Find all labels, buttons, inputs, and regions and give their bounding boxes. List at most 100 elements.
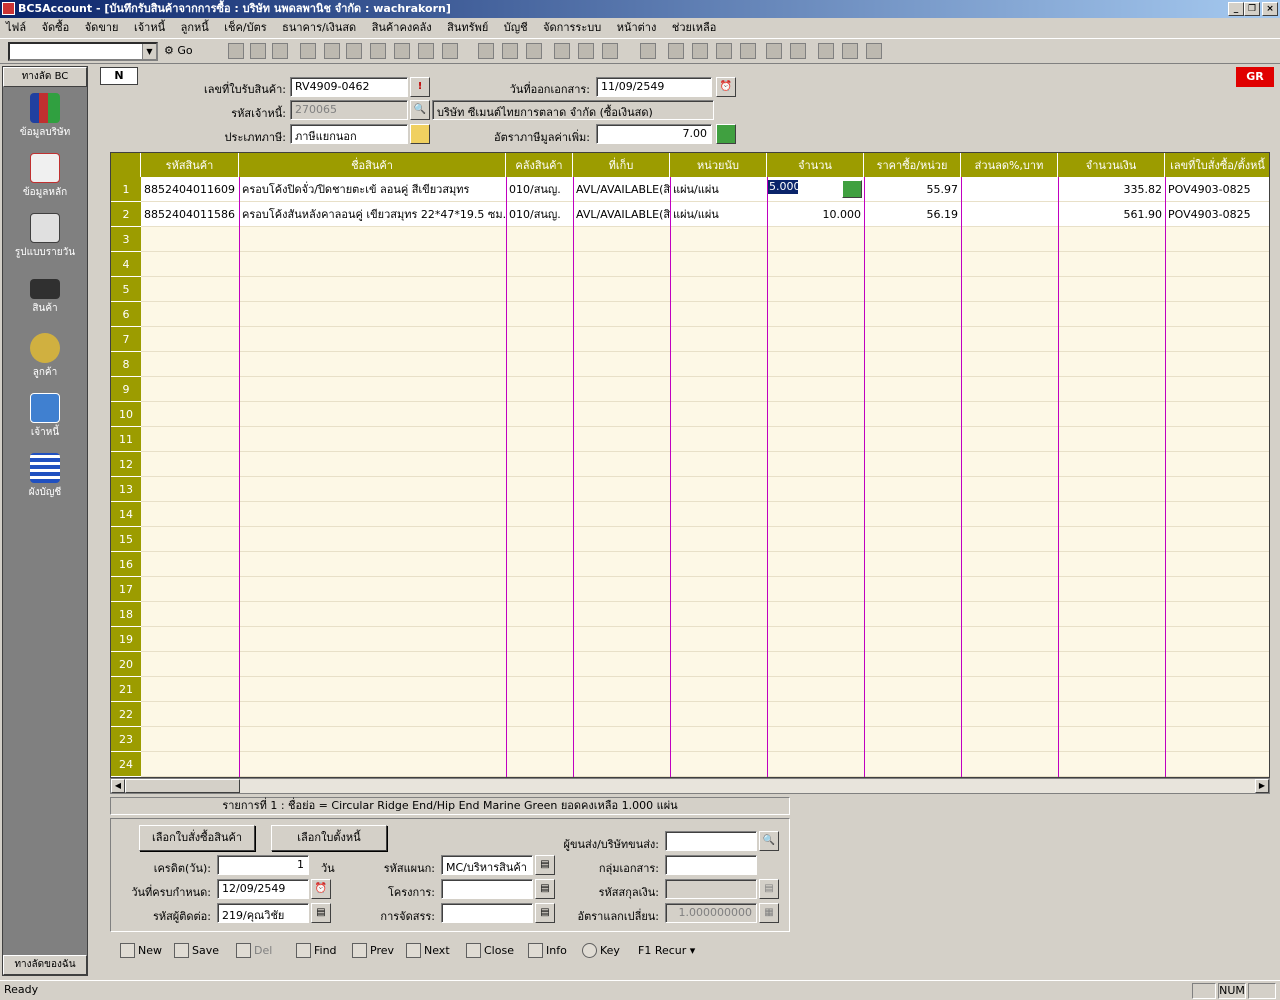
table-row[interactable]: 18	[111, 602, 1269, 627]
allocation-field[interactable]	[441, 903, 533, 923]
print-icon[interactable]	[442, 43, 458, 59]
prev-icon[interactable]	[324, 43, 340, 59]
exchange-rate-field[interactable]: 1.000000000	[665, 903, 757, 923]
find-button[interactable]: Find	[296, 938, 337, 964]
document-icon[interactable]: ▤	[759, 879, 779, 899]
new-doc-icon[interactable]	[228, 43, 244, 59]
next-icon[interactable]	[346, 43, 362, 59]
cell-unit[interactable]: แผ่น/แผ่น	[670, 202, 767, 227]
table-row[interactable]: 13	[111, 477, 1269, 502]
col-header-po[interactable]: เลขที่ใบสั่งซื้อ/ตั้งหนี้	[1165, 153, 1269, 177]
menu-purchase[interactable]: จัดซื้อ	[42, 21, 70, 34]
menu-window[interactable]: หน้าต่าง	[617, 21, 657, 34]
sidebar-item-master-data[interactable]: ข้อมูลหลัก	[3, 153, 87, 200]
sidebar-item-company[interactable]: ข้อมูลบริษัท	[3, 93, 87, 140]
credit-days-field[interactable]: 1	[217, 855, 309, 875]
col-header-name[interactable]: ชื่อสินค้า	[239, 153, 506, 177]
grid-icon[interactable]	[578, 43, 594, 59]
alert-icon[interactable]: !	[410, 77, 430, 97]
select-ap-button[interactable]: เลือกใบตั้งหนี้	[271, 825, 387, 851]
lock-icon[interactable]	[602, 43, 618, 59]
table-row[interactable]: 17	[111, 577, 1269, 602]
shipper-field[interactable]	[665, 831, 757, 851]
cell-location[interactable]: AVL/AVAILABLE(สิน	[573, 177, 670, 202]
col-header-discount[interactable]: ส่วนลด%,บาท	[961, 153, 1058, 177]
table-row[interactable]: 21	[111, 677, 1269, 702]
note-icon[interactable]	[410, 124, 430, 144]
cell-warehouse[interactable]: 010/สนญ.	[506, 202, 573, 227]
report-icon[interactable]	[740, 43, 756, 59]
cell-name[interactable]: ครอบโค้งปิดจั่ว/ปิดชายตะเข้ ลอนคู่ สีเขี…	[239, 177, 506, 202]
creditor-code-field[interactable]: 270065	[290, 100, 408, 120]
sidebar-item-daily-format[interactable]: รูปแบบรายวัน	[3, 213, 87, 260]
save-button[interactable]: Save	[174, 938, 219, 964]
recur-button[interactable]: F1 Recur ▾	[638, 938, 695, 964]
cell-qty[interactable]: 10.000	[767, 202, 864, 227]
cell-po[interactable]: POV4903-0825	[1165, 177, 1269, 202]
select-po-button[interactable]: เลือกใบสั่งซื้อสินค้า	[139, 825, 255, 851]
table-row[interactable]: 1 8852404011609 ครอบโค้งปิดจั่ว/ปิดชายตะ…	[111, 177, 1269, 202]
menu-help[interactable]: ช่วยเหลือ	[672, 21, 716, 34]
import-icon[interactable]	[394, 43, 410, 59]
chip-icon[interactable]	[640, 43, 656, 59]
col-header-qty[interactable]: จำนวน	[767, 153, 864, 177]
doc-date-field[interactable]: 11/09/2549	[596, 77, 712, 97]
hand-icon[interactable]	[668, 43, 684, 59]
sidebar-header[interactable]: ทางลัด BC	[3, 67, 87, 87]
scroll-thumb[interactable]	[125, 779, 240, 793]
calendar-icon[interactable]: ⏰	[716, 77, 736, 97]
calculator-icon[interactable]	[716, 124, 736, 144]
sheet2-icon[interactable]	[790, 43, 806, 59]
cell-discount[interactable]	[961, 177, 1058, 202]
menu-assets[interactable]: สินทรัพย์	[447, 21, 488, 34]
cell-warehouse[interactable]: 010/สนญ.	[506, 177, 573, 202]
delete-button[interactable]: Del	[236, 938, 272, 964]
calculator-icon[interactable]: ▦	[759, 903, 779, 923]
table-row[interactable]: 7	[111, 327, 1269, 352]
table-row[interactable]: 12	[111, 452, 1269, 477]
sidebar-item-chart-of-accounts[interactable]: ผังบัญชี	[3, 453, 87, 500]
close-icon[interactable]	[370, 43, 386, 59]
table-row[interactable]: 23	[111, 727, 1269, 752]
table-row[interactable]: 15	[111, 527, 1269, 552]
vat-rate-field[interactable]: 7.00	[596, 124, 712, 144]
next-button[interactable]: Next	[406, 938, 450, 964]
sidebar-item-creditor[interactable]: เจ้าหนี้	[3, 393, 87, 440]
cell-qty-editing[interactable]: 5.000	[768, 180, 798, 194]
cell-amount[interactable]: 561.90	[1058, 202, 1165, 227]
sidebar-footer[interactable]: ทางลัดของฉัน	[3, 955, 87, 975]
go-button[interactable]: ⚙ Go	[164, 44, 193, 57]
menu-sales[interactable]: จัดขาย	[85, 21, 119, 34]
currency-field[interactable]	[665, 879, 757, 899]
export-icon[interactable]	[418, 43, 434, 59]
table-row[interactable]: 4	[111, 252, 1269, 277]
table-row[interactable]: 8	[111, 352, 1269, 377]
table-row[interactable]: 22	[111, 702, 1269, 727]
table-row[interactable]: 14	[111, 502, 1269, 527]
menu-bank[interactable]: ธนาคาร/เงินสด	[282, 21, 356, 34]
table-row[interactable]: 19	[111, 627, 1269, 652]
document-icon[interactable]: ▤	[311, 903, 331, 923]
sidebar-item-customer[interactable]: ลูกค้า	[3, 333, 87, 380]
menu-cheque[interactable]: เช็ค/บัตร	[224, 21, 266, 34]
table-row[interactable]: 24	[111, 752, 1269, 777]
handshake-icon[interactable]	[842, 43, 858, 59]
people-icon[interactable]	[866, 43, 882, 59]
receipt-no-field[interactable]: RV4909-0462	[290, 77, 408, 97]
col-header-code[interactable]: รหัสสินค้า	[141, 153, 239, 177]
info-button[interactable]: Info	[528, 938, 567, 964]
menu-inventory[interactable]: สินค้าคงคลัง	[372, 21, 432, 34]
calendar-icon[interactable]: ⏰	[311, 879, 331, 899]
forward-icon[interactable]	[716, 43, 732, 59]
cell-discount[interactable]	[961, 202, 1058, 227]
horizontal-scrollbar[interactable]: ◀ ▶	[110, 778, 1270, 794]
col-header-amount[interactable]: จำนวนเงิน	[1058, 153, 1165, 177]
new-button[interactable]: New	[120, 938, 162, 964]
table-row[interactable]: 3	[111, 227, 1269, 252]
restore-button[interactable]: ❐	[1244, 2, 1260, 16]
menu-debtor[interactable]: ลูกหนี้	[181, 21, 209, 34]
col-header-price[interactable]: ราคาซื้อ/หน่วย	[864, 153, 961, 177]
cell-amount[interactable]: 335.82	[1058, 177, 1165, 202]
save-icon[interactable]	[250, 43, 266, 59]
scroll-left-icon[interactable]: ◀	[111, 779, 125, 793]
